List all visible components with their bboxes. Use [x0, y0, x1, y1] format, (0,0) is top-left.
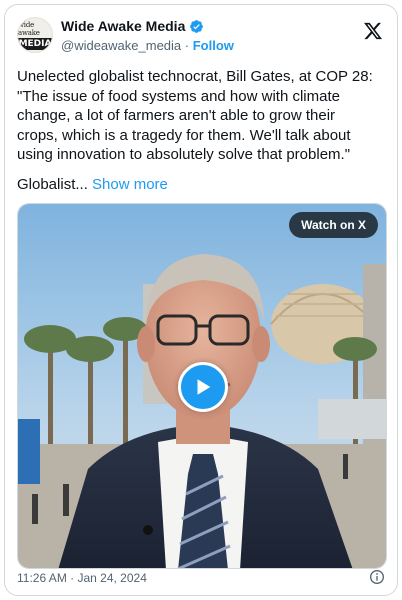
- x-logo-icon[interactable]: [363, 21, 383, 41]
- show-more-link[interactable]: Show more: [92, 176, 168, 193]
- info-icon[interactable]: [369, 569, 385, 585]
- play-icon: [197, 379, 211, 395]
- tweet-text: Unelected globalist technocrat, Bill Gat…: [17, 68, 373, 163]
- handle-row: @wideawake_media · Follow: [61, 38, 234, 53]
- separator: ·: [181, 38, 193, 53]
- name-row: Wide Awake Media: [61, 18, 204, 34]
- handle[interactable]: @wideawake_media: [61, 38, 181, 53]
- play-button[interactable]: [178, 362, 228, 412]
- tweet-footer: 11:26 AM · Jan 24, 2024: [17, 569, 385, 587]
- verified-badge-icon: [190, 19, 204, 33]
- display-name[interactable]: Wide Awake Media: [61, 18, 185, 34]
- truncation-row: Globalist... Show more: [17, 175, 168, 195]
- video-player[interactable]: Watch on X: [17, 203, 387, 569]
- tweet-header: wide awake MEDIA Wide Awake Media @widea…: [17, 17, 385, 57]
- tweet-card: wide awake MEDIA Wide Awake Media @widea…: [4, 4, 398, 596]
- follow-button[interactable]: Follow: [193, 38, 234, 53]
- truncated-text: Globalist...: [17, 176, 93, 193]
- avatar[interactable]: wide awake MEDIA: [17, 17, 53, 53]
- timestamp[interactable]: 11:26 AM · Jan 24, 2024: [17, 571, 147, 585]
- avatar-logo-top: wide awake: [18, 20, 40, 37]
- watch-on-x-button[interactable]: Watch on X: [289, 212, 378, 238]
- avatar-logo-bottom: MEDIA: [18, 37, 52, 50]
